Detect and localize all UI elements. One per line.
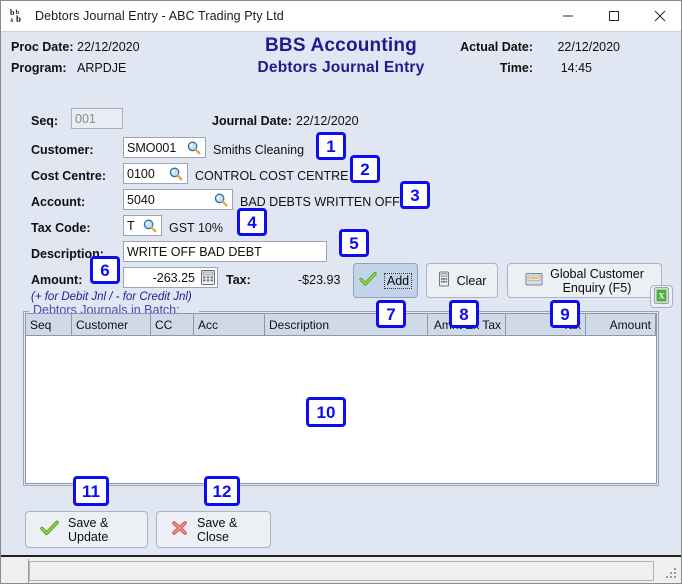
tax-code-input[interactable]: T <box>123 215 162 236</box>
amount-calculator-icon[interactable] <box>201 270 215 285</box>
save-and-update-button[interactable]: Save & Update <box>25 511 148 548</box>
green-check-icon <box>359 271 377 290</box>
title-bar: b b s b Debtors Journal Entry - ABC Trad… <box>1 1 681 31</box>
amount-sign-hint: (+ for Debit Jnl / - for Credit Jnl) <box>31 291 192 303</box>
column-header-customer[interactable]: Customer <box>72 314 151 335</box>
annotation-badge-3: 3 <box>400 181 430 209</box>
global-enquiry-label-line2: Enquiry (F5) <box>562 280 632 295</box>
annotation-badge-10: 10 <box>306 397 346 427</box>
customer-label: Customer: <box>31 143 94 157</box>
actual-date-label: Actual Date: <box>460 40 533 54</box>
tax-amount-label: Tax: <box>226 273 251 287</box>
column-header-cc[interactable]: CC <box>151 314 194 335</box>
page-header: Proc Date: 22/12/2020 Program: ARPDJE BB… <box>1 32 681 89</box>
customer-input[interactable]: SMO001 <box>123 137 206 158</box>
customer-lookup-magnifier-icon[interactable] <box>186 140 202 156</box>
annotation-badge-8: 8 <box>449 300 479 328</box>
annotation-badge-1: 1 <box>316 132 346 160</box>
tax-code-value: T <box>127 218 135 233</box>
close-button[interactable] <box>637 1 681 31</box>
save-and-close-button[interactable]: Save & Close <box>156 511 271 548</box>
actual-date-value: 22/12/2020 <box>557 40 620 54</box>
tax-code-label: Tax Code: <box>31 221 91 235</box>
account-label: Account: <box>31 195 86 209</box>
window-title: Debtors Journal Entry - ABC Trading Pty … <box>35 9 284 23</box>
bbs-logo-icon: b b s b <box>10 7 28 25</box>
journal-date-label: Journal Date: <box>212 114 292 128</box>
cost-centre-lookup-magnifier-icon[interactable] <box>168 166 184 182</box>
resize-grip[interactable] <box>666 568 678 580</box>
amount-input[interactable]: -263.25 <box>123 267 218 288</box>
svg-text:X: X <box>658 290 665 300</box>
excel-export-icon: X <box>654 286 669 307</box>
maximize-button[interactable] <box>591 1 637 31</box>
excel-export-button[interactable]: X <box>650 285 673 308</box>
cost-centre-input[interactable]: 0100 <box>123 163 188 184</box>
groupbox-top-right-rule <box>199 311 658 312</box>
annotation-badge-11: 11 <box>73 476 109 506</box>
tax-amount-value: -$23.93 <box>298 273 341 287</box>
global-customer-enquiry-button[interactable]: Global Customer Enquiry (F5) <box>507 263 662 298</box>
seq-label: Seq: <box>31 114 59 128</box>
customer-description: Smiths Cleaning <box>213 143 305 157</box>
eraser-icon <box>438 271 450 290</box>
svg-text:b: b <box>16 14 21 24</box>
account-lookup-magnifier-icon[interactable] <box>213 192 229 208</box>
time-label: Time: <box>499 61 533 75</box>
minimize-button[interactable] <box>545 1 591 31</box>
annotation-badge-2: 2 <box>350 155 380 183</box>
save-and-close-label: Save & Close <box>197 515 238 544</box>
clear-button[interactable]: Clear <box>426 263 498 298</box>
annotation-badge-7: 7 <box>376 300 406 328</box>
customer-value: SMO001 <box>127 140 177 155</box>
green-check-icon <box>40 520 59 539</box>
tax-code-lookup-magnifier-icon[interactable] <box>142 218 158 234</box>
annotation-badge-12: 12 <box>204 476 240 506</box>
amount-label: Amount: <box>31 273 83 287</box>
annotation-badge-4: 4 <box>237 208 267 236</box>
red-x-icon <box>171 520 188 539</box>
status-message <box>29 561 654 581</box>
application-window: b b s b Debtors Journal Entry - ABC Trad… <box>0 0 682 584</box>
global-enquiry-label-line1: Global Customer <box>550 266 644 281</box>
description-value: WRITE OFF BAD DEBT <box>127 244 262 259</box>
add-button[interactable]: Add <box>353 263 418 298</box>
seq-field: 001 <box>71 108 123 129</box>
column-header-amount[interactable]: Amount <box>586 314 656 335</box>
seq-value: 001 <box>75 111 96 126</box>
status-bar <box>1 555 681 583</box>
cost-centre-description: CONTROL COST CENTRE <box>195 169 349 183</box>
annotation-badge-5: 5 <box>339 229 369 257</box>
svg-text:s: s <box>11 16 14 24</box>
column-header-seq[interactable]: Seq <box>26 314 72 335</box>
journal-date-value: 22/12/2020 <box>296 114 359 128</box>
time-value: 14:45 <box>560 61 592 75</box>
annotation-badge-6: 6 <box>90 256 120 284</box>
account-description: BAD DEBTS WRITTEN OFF <box>240 195 400 209</box>
tax-code-description: GST 10% <box>169 221 223 235</box>
cost-centre-value: 0100 <box>127 166 155 181</box>
cost-centre-label: Cost Centre: <box>31 169 107 183</box>
annotation-badge-9: 9 <box>550 300 580 328</box>
column-header-acc[interactable]: Acc <box>194 314 265 335</box>
add-button-label: Add <box>383 272 413 289</box>
clear-button-label: Clear <box>456 273 487 288</box>
window-controls <box>545 1 681 31</box>
save-and-update-label: Save & Update <box>68 515 109 544</box>
account-value: 5040 <box>127 192 155 207</box>
amount-value: -263.25 <box>152 270 195 285</box>
account-input[interactable]: 5040 <box>123 189 233 210</box>
card-file-icon <box>525 271 543 290</box>
description-input[interactable]: WRITE OFF BAD DEBT <box>123 241 327 262</box>
